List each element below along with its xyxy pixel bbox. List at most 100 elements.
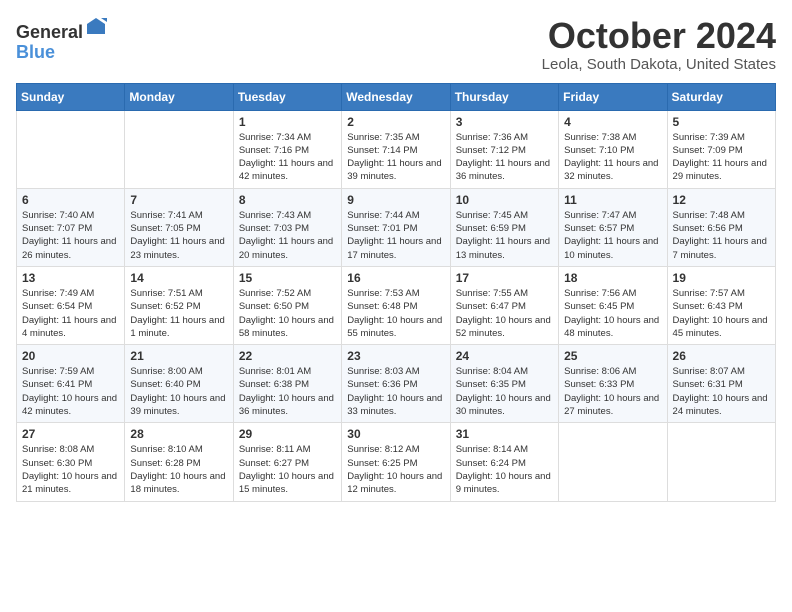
- calendar-day-cell: 13 Sunrise: 7:49 AMSunset: 6:54 PMDayligh…: [17, 266, 125, 344]
- calendar-day-cell: [17, 110, 125, 188]
- calendar-day-cell: 6 Sunrise: 7:40 AMSunset: 7:07 PMDaylight…: [17, 188, 125, 266]
- calendar-body: 1Sunrise: 7:34 AMSunset: 7:16 PMDaylight…: [17, 110, 776, 501]
- day-number: 15: [239, 271, 336, 285]
- day-number: 4: [564, 115, 661, 129]
- day-info: Sunrise: 8:04 AMSunset: 6:35 PMDaylight:…: [456, 365, 553, 418]
- calendar-day-cell: 18 Sunrise: 7:56 AMSunset: 6:45 PMDayligh…: [559, 266, 667, 344]
- day-info: Sunrise: 7:45 AMSunset: 6:59 PMDaylight:…: [456, 209, 553, 262]
- day-number: 14: [130, 271, 227, 285]
- day-info: Sunrise: 8:14 AMSunset: 6:24 PMDaylight:…: [456, 443, 553, 496]
- calendar-day-cell: 28 Sunrise: 8:10 AMSunset: 6:28 PMDayligh…: [125, 423, 233, 501]
- calendar-day-cell: 12 Sunrise: 7:48 AMSunset: 6:56 PMDayligh…: [667, 188, 775, 266]
- day-info: Sunrise: 8:07 AMSunset: 6:31 PMDaylight:…: [673, 365, 770, 418]
- calendar-day-cell: 25 Sunrise: 8:06 AMSunset: 6:33 PMDayligh…: [559, 345, 667, 423]
- calendar-day-cell: 31 Sunrise: 8:14 AMSunset: 6:24 PMDayligh…: [450, 423, 558, 501]
- day-number: 7: [130, 193, 227, 207]
- calendar-day-cell: [125, 110, 233, 188]
- day-info: Sunrise: 7:49 AMSunset: 6:54 PMDaylight:…: [22, 287, 119, 340]
- calendar-table: SundayMondayTuesdayWednesdayThursdayFrid…: [16, 83, 776, 502]
- day-info: Sunrise: 7:44 AMSunset: 7:01 PMDaylight:…: [347, 209, 444, 262]
- day-number: 11: [564, 193, 661, 207]
- day-number: 30: [347, 427, 444, 441]
- day-info: Sunrise: 7:47 AMSunset: 6:57 PMDaylight:…: [564, 209, 661, 262]
- calendar-day-header: Sunday: [17, 83, 125, 110]
- calendar-day-cell: 3Sunrise: 7:36 AMSunset: 7:12 PMDaylight…: [450, 110, 558, 188]
- day-info: Sunrise: 8:03 AMSunset: 6:36 PMDaylight:…: [347, 365, 444, 418]
- calendar-day-cell: 14Sunrise: 7:51 AMSunset: 6:52 PMDayligh…: [125, 266, 233, 344]
- day-number: 16: [347, 271, 444, 285]
- day-info: Sunrise: 8:12 AMSunset: 6:25 PMDaylight:…: [347, 443, 444, 496]
- title-block: October 2024 Leola, South Dakota, United…: [542, 16, 776, 73]
- calendar-week-row: 13 Sunrise: 7:49 AMSunset: 6:54 PMDayligh…: [17, 266, 776, 344]
- day-number: 28: [130, 427, 227, 441]
- calendar-day-cell: 30 Sunrise: 8:12 AMSunset: 6:25 PMDayligh…: [342, 423, 450, 501]
- calendar-day-cell: 4 Sunrise: 7:38 AMSunset: 7:10 PMDaylight…: [559, 110, 667, 188]
- calendar-day-header: Monday: [125, 83, 233, 110]
- day-info: Sunrise: 7:34 AMSunset: 7:16 PMDaylight:…: [239, 131, 336, 184]
- calendar-header-row: SundayMondayTuesdayWednesdayThursdayFrid…: [17, 83, 776, 110]
- day-info: Sunrise: 7:38 AMSunset: 7:10 PMDaylight:…: [564, 131, 661, 184]
- logo-general: General: [16, 22, 83, 42]
- day-info: Sunrise: 7:41 AMSunset: 7:05 PMDaylight:…: [130, 209, 227, 262]
- calendar-week-row: 1Sunrise: 7:34 AMSunset: 7:16 PMDaylight…: [17, 110, 776, 188]
- calendar-day-cell: 22 Sunrise: 8:01 AMSunset: 6:38 PMDayligh…: [233, 345, 341, 423]
- day-number: 21: [130, 349, 227, 363]
- header: General Blue October 2024 Leola, South D…: [16, 16, 776, 73]
- day-number: 25: [564, 349, 661, 363]
- day-number: 23: [347, 349, 444, 363]
- day-info: Sunrise: 7:40 AMSunset: 7:07 PMDaylight:…: [22, 209, 119, 262]
- day-info: Sunrise: 7:56 AMSunset: 6:45 PMDaylight:…: [564, 287, 661, 340]
- logo-icon: [85, 16, 107, 38]
- day-number: 24: [456, 349, 553, 363]
- day-number: 13: [22, 271, 119, 285]
- day-number: 27: [22, 427, 119, 441]
- day-number: 10: [456, 193, 553, 207]
- day-number: 6: [22, 193, 119, 207]
- calendar-day-cell: [559, 423, 667, 501]
- day-number: 31: [456, 427, 553, 441]
- day-info: Sunrise: 7:53 AMSunset: 6:48 PMDaylight:…: [347, 287, 444, 340]
- day-number: 20: [22, 349, 119, 363]
- day-info: Sunrise: 7:35 AMSunset: 7:14 PMDaylight:…: [347, 131, 444, 184]
- day-info: Sunrise: 7:48 AMSunset: 6:56 PMDaylight:…: [673, 209, 770, 262]
- day-info: Sunrise: 7:39 AMSunset: 7:09 PMDaylight:…: [673, 131, 770, 184]
- calendar-day-cell: 27Sunrise: 8:08 AMSunset: 6:30 PMDayligh…: [17, 423, 125, 501]
- day-number: 8: [239, 193, 336, 207]
- day-number: 5: [673, 115, 770, 129]
- day-info: Sunrise: 7:55 AMSunset: 6:47 PMDaylight:…: [456, 287, 553, 340]
- calendar-day-cell: 2 Sunrise: 7:35 AMSunset: 7:14 PMDaylight…: [342, 110, 450, 188]
- day-number: 29: [239, 427, 336, 441]
- day-number: 19: [673, 271, 770, 285]
- calendar-day-header: Tuesday: [233, 83, 341, 110]
- calendar-subtitle: Leola, South Dakota, United States: [542, 56, 776, 73]
- day-info: Sunrise: 8:01 AMSunset: 6:38 PMDaylight:…: [239, 365, 336, 418]
- calendar-day-cell: 26 Sunrise: 8:07 AMSunset: 6:31 PMDayligh…: [667, 345, 775, 423]
- day-info: Sunrise: 8:10 AMSunset: 6:28 PMDaylight:…: [130, 443, 227, 496]
- day-number: 2: [347, 115, 444, 129]
- calendar-week-row: 6 Sunrise: 7:40 AMSunset: 7:07 PMDaylight…: [17, 188, 776, 266]
- calendar-day-header: Friday: [559, 83, 667, 110]
- calendar-day-cell: 19Sunrise: 7:57 AMSunset: 6:43 PMDayligh…: [667, 266, 775, 344]
- calendar-day-cell: 17 Sunrise: 7:55 AMSunset: 6:47 PMDayligh…: [450, 266, 558, 344]
- day-info: Sunrise: 8:06 AMSunset: 6:33 PMDaylight:…: [564, 365, 661, 418]
- day-number: 12: [673, 193, 770, 207]
- calendar-day-cell: 24 Sunrise: 8:04 AMSunset: 6:35 PMDayligh…: [450, 345, 558, 423]
- calendar-day-cell: 1Sunrise: 7:34 AMSunset: 7:16 PMDaylight…: [233, 110, 341, 188]
- calendar-day-cell: 9 Sunrise: 7:44 AMSunset: 7:01 PMDaylight…: [342, 188, 450, 266]
- calendar-day-cell: 20Sunrise: 7:59 AMSunset: 6:41 PMDayligh…: [17, 345, 125, 423]
- logo-blue: Blue: [16, 42, 55, 62]
- day-number: 22: [239, 349, 336, 363]
- day-number: 26: [673, 349, 770, 363]
- calendar-week-row: 27Sunrise: 8:08 AMSunset: 6:30 PMDayligh…: [17, 423, 776, 501]
- calendar-day-cell: 8Sunrise: 7:43 AMSunset: 7:03 PMDaylight…: [233, 188, 341, 266]
- day-info: Sunrise: 8:00 AMSunset: 6:40 PMDaylight:…: [130, 365, 227, 418]
- calendar-day-cell: 11 Sunrise: 7:47 AMSunset: 6:57 PMDayligh…: [559, 188, 667, 266]
- day-number: 18: [564, 271, 661, 285]
- day-info: Sunrise: 8:11 AMSunset: 6:27 PMDaylight:…: [239, 443, 336, 496]
- calendar-day-cell: 23 Sunrise: 8:03 AMSunset: 6:36 PMDayligh…: [342, 345, 450, 423]
- day-number: 17: [456, 271, 553, 285]
- day-number: 9: [347, 193, 444, 207]
- calendar-day-cell: 16 Sunrise: 7:53 AMSunset: 6:48 PMDayligh…: [342, 266, 450, 344]
- calendar-day-cell: 15Sunrise: 7:52 AMSunset: 6:50 PMDayligh…: [233, 266, 341, 344]
- calendar-day-header: Thursday: [450, 83, 558, 110]
